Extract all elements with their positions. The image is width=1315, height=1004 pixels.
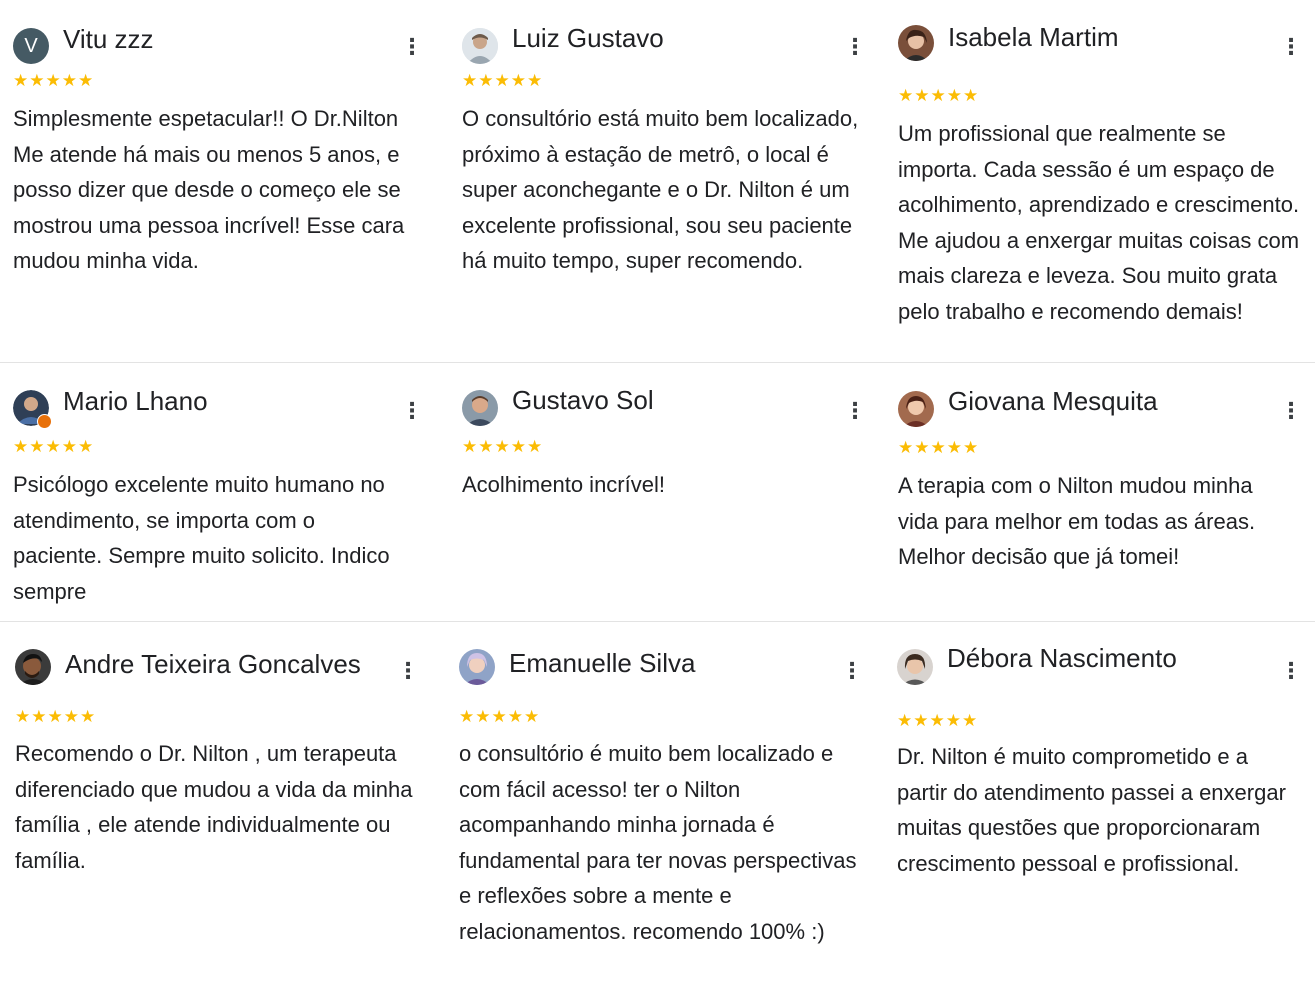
review-text: o consultório é muito bem localizado e c… xyxy=(459,741,857,944)
star-rating: ★★★★★ xyxy=(898,86,980,105)
row-divider-2 xyxy=(0,621,1315,622)
more-options-icon[interactable]: ⋮ xyxy=(401,36,423,58)
reviewer-name[interactable]: Luiz Gustavo xyxy=(512,23,664,54)
avatar[interactable] xyxy=(462,28,498,64)
reviewer-name[interactable]: Giovana Mesquita xyxy=(948,386,1158,417)
review-card: Mario Lhano ⋮ ★★★★★ Psicólogo excelente … xyxy=(13,386,423,616)
more-options-icon[interactable]: ⋮ xyxy=(1280,660,1302,682)
star-rating: ★★★★★ xyxy=(15,707,97,726)
reviewer-name[interactable]: Isabela Martim xyxy=(948,22,1119,53)
review-text: Psicólogo excelente muito humano no aten… xyxy=(13,472,390,604)
star-rating: ★★★★★ xyxy=(898,438,980,457)
review-card: Luiz Gustavo ⋮ ★★★★★ O consultório está … xyxy=(462,22,866,352)
star-rating: ★★★★★ xyxy=(459,707,541,726)
avatar[interactable] xyxy=(15,649,51,685)
review-text: Recomendo o Dr. Nilton , um terapeuta di… xyxy=(15,741,413,873)
review-card: V Vitu zzz ⋮ ★★★★★ Simplesmente espetacu… xyxy=(13,22,423,352)
person-photo-icon xyxy=(898,25,934,61)
review-text: Simplesmente espetacular!! O Dr.Nilton M… xyxy=(13,106,405,273)
person-photo-icon xyxy=(459,649,495,685)
star-rating: ★★★★★ xyxy=(13,71,95,90)
avatar-letter: V xyxy=(24,34,38,57)
more-options-icon[interactable]: ⋮ xyxy=(401,400,423,422)
review-card: Andre Teixeira Goncalves ⋮ ★★★★★ Recomen… xyxy=(15,648,419,898)
reviewer-name[interactable]: Emanuelle Silva xyxy=(509,648,695,679)
avatar[interactable]: V xyxy=(13,28,49,64)
review-card: Débora Nascimento ⋮ ★★★★★ Dr. Nilton é m… xyxy=(897,643,1302,933)
more-options-icon[interactable]: ⋮ xyxy=(844,36,866,58)
local-guide-badge-icon xyxy=(37,414,52,429)
row-divider-1 xyxy=(0,362,1315,363)
more-options-icon[interactable]: ⋮ xyxy=(841,660,863,682)
reviewer-name[interactable]: Débora Nascimento xyxy=(947,643,1177,674)
avatar[interactable] xyxy=(897,649,933,685)
review-card: Emanuelle Silva ⋮ ★★★★★ o consultório é … xyxy=(459,648,863,988)
review-card: Isabela Martim ⋮ ★★★★★ Um profissional q… xyxy=(898,22,1303,362)
avatar[interactable] xyxy=(462,390,498,426)
star-rating: ★★★★★ xyxy=(462,437,544,456)
star-rating: ★★★★★ xyxy=(13,437,95,456)
more-options-icon[interactable]: ⋮ xyxy=(1280,36,1302,58)
reviewer-name[interactable]: Gustavo Sol xyxy=(512,385,654,416)
star-rating: ★★★★★ xyxy=(897,711,979,730)
more-options-icon[interactable]: ⋮ xyxy=(397,660,419,682)
reviewer-name[interactable]: Mario Lhano xyxy=(63,386,208,417)
more-options-icon[interactable]: ⋮ xyxy=(1280,400,1302,422)
reviewer-name[interactable]: Andre Teixeira Goncalves xyxy=(65,649,361,680)
person-photo-icon xyxy=(462,28,498,64)
reviewer-name[interactable]: Vitu zzz xyxy=(63,24,154,55)
review-text: A terapia com o Nilton mudou minha vida … xyxy=(898,473,1256,569)
more-options-icon[interactable]: ⋮ xyxy=(844,400,866,422)
person-photo-icon xyxy=(462,390,498,426)
review-text: Dr. Nilton é muito comprometido e a part… xyxy=(897,744,1286,876)
avatar[interactable] xyxy=(459,649,495,685)
person-photo-icon xyxy=(898,391,934,427)
person-photo-icon xyxy=(15,649,51,685)
person-photo-icon xyxy=(897,649,933,685)
review-card: Gustavo Sol ⋮ ★★★★★ Acolhimento incrível… xyxy=(462,385,866,616)
avatar[interactable] xyxy=(898,25,934,61)
review-card: Giovana Mesquita ⋮ ★★★★★ A terapia com o… xyxy=(898,386,1303,616)
review-text: Acolhimento incrível! xyxy=(462,472,665,497)
review-text: Um profissional que realmente se importa… xyxy=(898,121,1300,324)
review-text: O consultório está muito bem localizado,… xyxy=(462,106,859,273)
star-rating: ★★★★★ xyxy=(462,71,544,90)
avatar[interactable] xyxy=(13,390,52,429)
avatar[interactable] xyxy=(898,391,934,427)
